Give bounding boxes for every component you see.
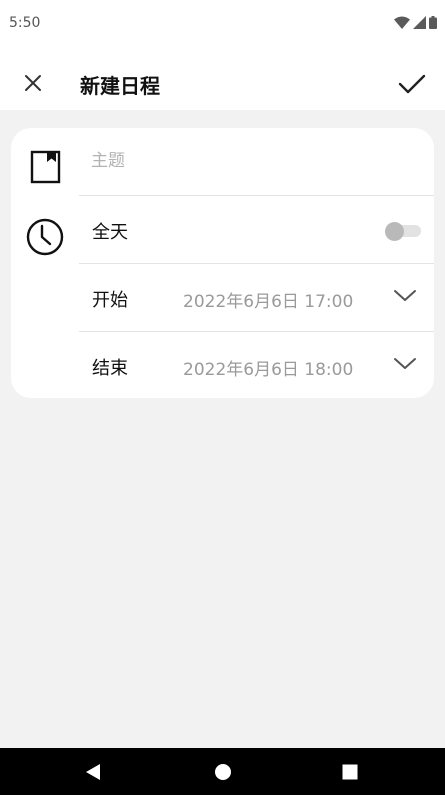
all-day-label: 全天 (92, 222, 128, 243)
clock-icon (26, 218, 64, 256)
close-icon[interactable] (18, 68, 48, 98)
chevron-down-icon[interactable] (393, 356, 417, 372)
event-form-card: 全天 开始 2022年6月6日 17:00 结束 2022年6月6日 18:00 (11, 128, 434, 398)
end-datetime[interactable]: 2022年6月6日 18:00 (183, 355, 353, 380)
subject-input[interactable] (91, 148, 391, 174)
status-bar: 5:50 (0, 0, 445, 46)
bookmark-icon (30, 150, 61, 184)
end-time-row[interactable]: 结束 2022年6月6日 18:00 (79, 332, 434, 399)
wifi-icon (394, 16, 410, 29)
all-day-row: 全天 (79, 196, 434, 264)
start-datetime[interactable]: 2022年6月6日 17:00 (183, 287, 353, 312)
start-label: 开始 (92, 290, 128, 311)
start-time-row[interactable]: 开始 2022年6月6日 17:00 (79, 264, 434, 332)
all-day-toggle[interactable] (385, 222, 421, 241)
app-bar: 新建日程 (0, 46, 445, 110)
page-title: 新建日程 (80, 74, 160, 98)
toggle-thumb (385, 222, 404, 241)
navigation-bar (0, 748, 445, 795)
battery-icon (429, 16, 437, 29)
cell-signal-icon (413, 16, 426, 29)
check-icon[interactable] (394, 66, 430, 102)
chevron-down-icon[interactable] (393, 288, 417, 304)
status-time: 5:50 (9, 15, 41, 31)
home-icon[interactable] (214, 763, 232, 781)
end-label: 结束 (92, 358, 128, 379)
back-icon[interactable] (84, 763, 102, 781)
recents-icon[interactable] (341, 763, 359, 781)
status-icons (394, 16, 437, 29)
subject-row (79, 128, 434, 196)
